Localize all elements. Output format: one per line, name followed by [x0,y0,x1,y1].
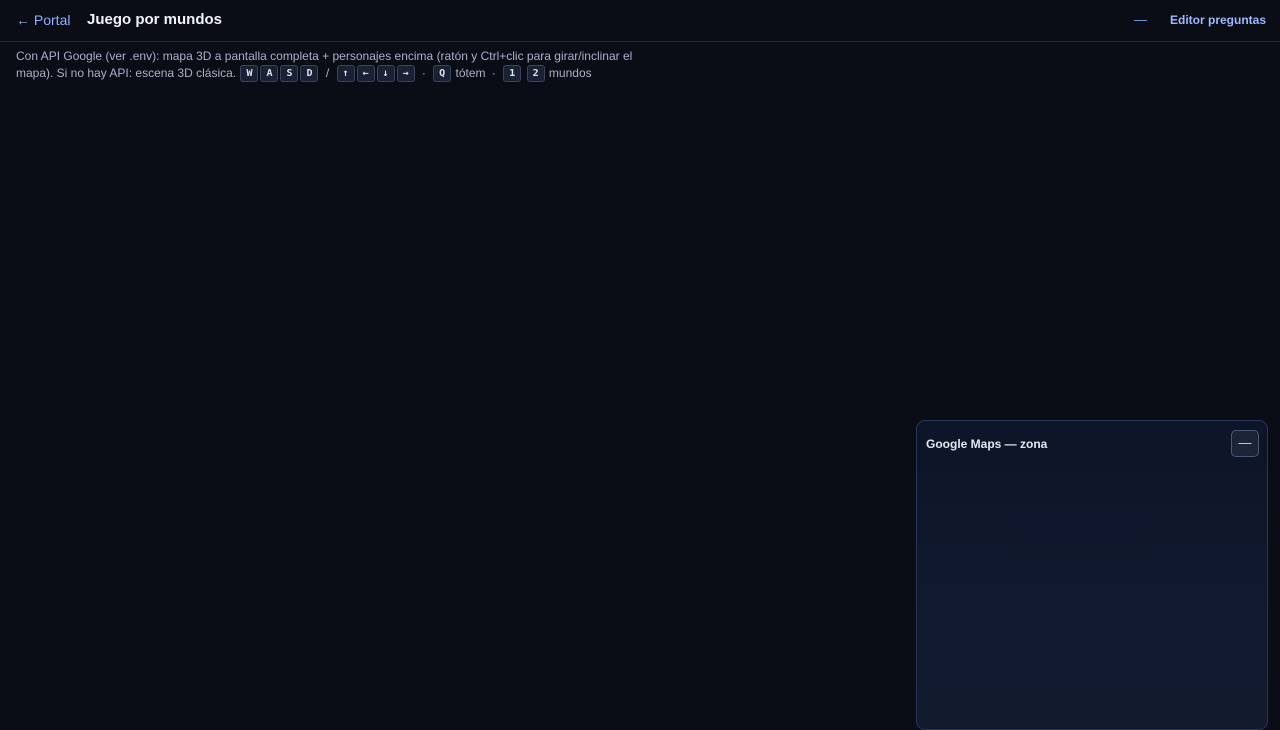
key-arrow-left: ← [356,65,375,83]
question-editor-link[interactable]: Editor preguntas [1170,13,1266,27]
help-text: Con API Google (ver .env): mapa 3D a pan… [16,48,676,83]
key-1: 1 [503,65,522,83]
back-to-portal-link[interactable]: ← Portal [16,12,70,28]
slash-separator: / [325,66,330,80]
map-minimize-button[interactable]: — [1231,430,1259,457]
page-title: Juego por mundos [87,11,222,28]
map-panel-title: Google Maps — zona [926,437,1048,451]
key-a: A [260,65,279,83]
key-arrow-right: → [396,65,415,83]
dot-separator-2: · [491,66,496,80]
dot-separator: · [421,66,426,80]
key-s: S [280,65,299,83]
google-maps-panel: Google Maps — zona — [916,420,1268,730]
help-line-1: Con API Google (ver .env): mapa 3D a pan… [16,49,633,63]
key-2: 2 [526,65,545,83]
key-arrow-down: ↓ [376,65,395,83]
worlds-label: mundos [548,66,592,80]
help-line-2: mapa). Si no hay API: escena 3D clásica.… [16,65,676,83]
minimize-button[interactable]: — [1134,12,1147,27]
key-w: W [240,65,259,83]
key-d: D [300,65,319,83]
totem-label: tótem [455,66,486,80]
map-view[interactable] [918,465,1266,729]
key-arrow-up: ↑ [336,65,355,83]
help-line-2-text: mapa). Si no hay API: escena 3D clásica. [16,66,237,80]
top-bar: ← Portal Juego por mundos — Editor pregu… [0,0,1280,42]
key-q: Q [433,65,452,83]
